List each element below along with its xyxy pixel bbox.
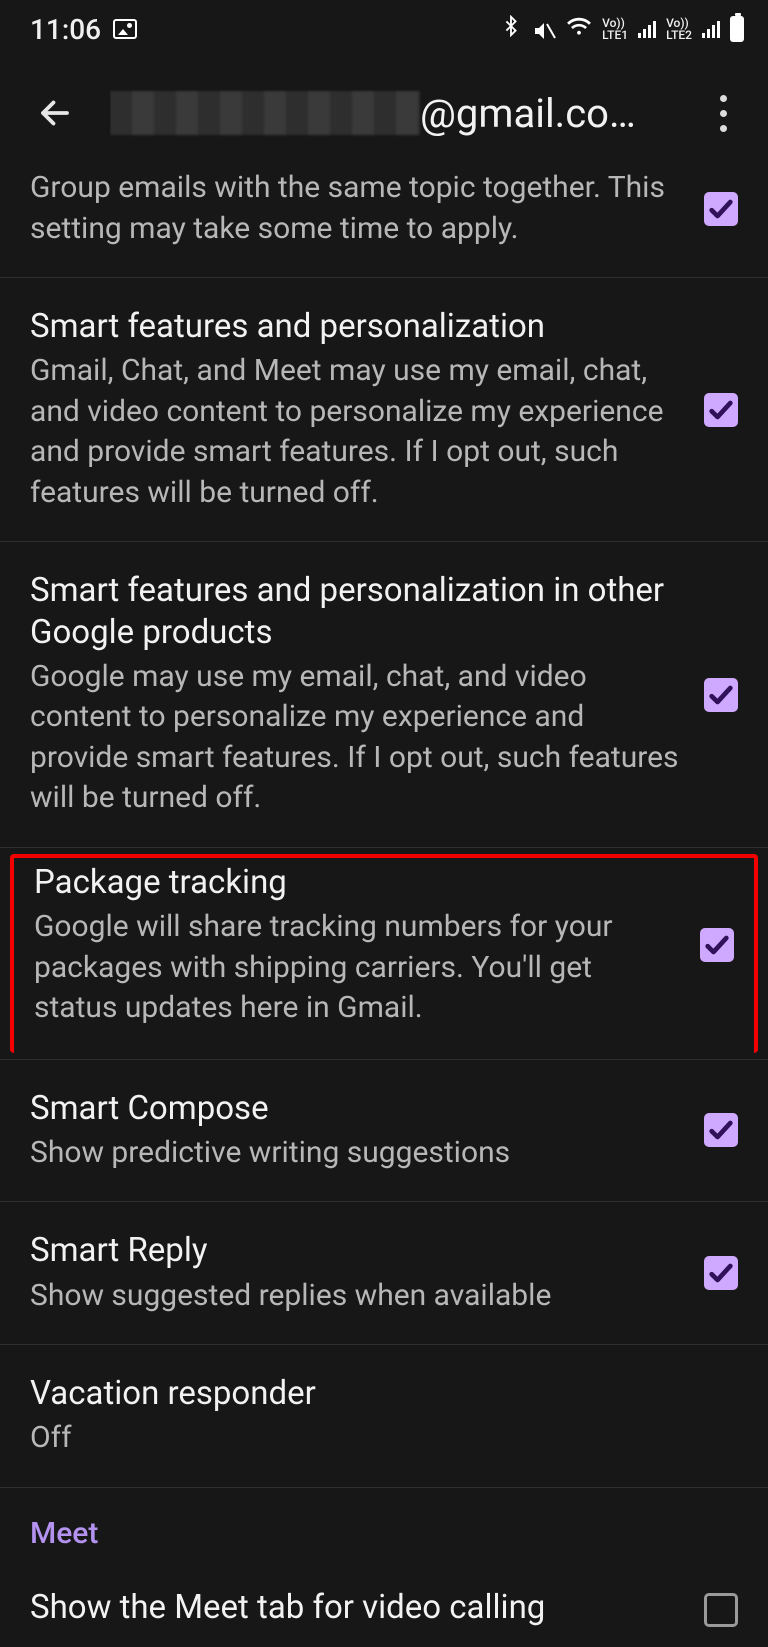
- lte1-indicator: Vo)) LTE1: [602, 17, 628, 41]
- arrow-left-icon: [37, 95, 73, 131]
- check-icon: [707, 1259, 735, 1287]
- checkbox-package-tracking[interactable]: [700, 928, 734, 962]
- status-left: 11:06: [30, 13, 137, 46]
- check-icon: [707, 195, 735, 223]
- signal-bars-2-icon: [702, 20, 720, 38]
- section-meet: Meet: [0, 1488, 768, 1559]
- check-icon: [707, 396, 735, 424]
- more-options-button[interactable]: [698, 88, 748, 138]
- setting-title: Package tracking: [34, 862, 680, 903]
- setting-smart-features-other[interactable]: Smart features and personalization in ot…: [0, 542, 768, 848]
- setting-meet-tab[interactable]: Show the Meet tab for video calling: [0, 1559, 768, 1628]
- back-button[interactable]: [30, 88, 80, 138]
- checkbox-smart-reply[interactable]: [704, 1256, 738, 1290]
- account-email-domain: @gmail.co…: [420, 90, 636, 137]
- setting-title: Smart features and personalization in ot…: [30, 570, 684, 653]
- checkbox-smart-features-other[interactable]: [704, 678, 738, 712]
- setting-smart-features[interactable]: Smart features and personalization Gmail…: [0, 278, 768, 542]
- signal-bars-1-icon: [638, 20, 656, 38]
- checkbox-smart-compose[interactable]: [704, 1113, 738, 1147]
- setting-conversation-view[interactable]: Group emails with the same topic togethe…: [0, 168, 768, 278]
- setting-desc: Google will share tracking numbers for y…: [34, 907, 680, 1029]
- battery-icon: [730, 16, 744, 42]
- setting-title: Show the Meet tab for video calling: [30, 1587, 684, 1628]
- setting-desc: Show suggested replies when available: [30, 1276, 684, 1317]
- more-vertical-icon: [720, 91, 727, 136]
- setting-package-tracking[interactable]: Package tracking Google will share track…: [10, 854, 758, 1053]
- bluetooth-icon: [500, 15, 522, 43]
- status-right: Vo)) LTE1 Vo)) LTE2: [500, 13, 744, 46]
- highlight-wrap: Package tracking Google will share track…: [0, 848, 768, 1060]
- app-bar: @gmail.co…: [0, 58, 768, 168]
- setting-desc: Off: [30, 1418, 738, 1459]
- wifi-icon: [566, 13, 592, 46]
- checkbox-conversation[interactable]: [704, 192, 738, 226]
- checkbox-meet-tab[interactable]: [704, 1593, 738, 1627]
- check-icon: [707, 1116, 735, 1144]
- setting-title: Smart Compose: [30, 1088, 684, 1129]
- setting-title: Smart features and personalization: [30, 306, 684, 347]
- setting-desc: Gmail, Chat, and Meet may use my email, …: [30, 351, 684, 513]
- setting-vacation-responder[interactable]: Vacation responder Off: [0, 1345, 768, 1488]
- setting-desc: Google may use my email, chat, and video…: [30, 657, 684, 819]
- vibrate-mute-icon: [532, 17, 556, 41]
- check-icon: [703, 931, 731, 959]
- check-icon: [707, 681, 735, 709]
- setting-desc: Show predictive writing suggestions: [30, 1133, 684, 1174]
- status-bar: 11:06 Vo)) LTE1 Vo)) LTE2: [0, 0, 768, 58]
- checkbox-smart-features[interactable]: [704, 393, 738, 427]
- status-time: 11:06: [30, 13, 101, 46]
- setting-title: Vacation responder: [30, 1373, 738, 1414]
- setting-smart-compose[interactable]: Smart Compose Show predictive writing su…: [0, 1060, 768, 1203]
- setting-title: Smart Reply: [30, 1230, 684, 1271]
- redacted-email-local: [110, 91, 420, 135]
- account-email[interactable]: @gmail.co…: [110, 90, 668, 137]
- setting-desc: Group emails with the same topic togethe…: [30, 168, 684, 249]
- setting-smart-reply[interactable]: Smart Reply Show suggested replies when …: [0, 1202, 768, 1345]
- picture-icon: [113, 19, 137, 39]
- settings-list[interactable]: Group emails with the same topic togethe…: [0, 168, 768, 1628]
- lte2-indicator: Vo)) LTE2: [666, 17, 692, 41]
